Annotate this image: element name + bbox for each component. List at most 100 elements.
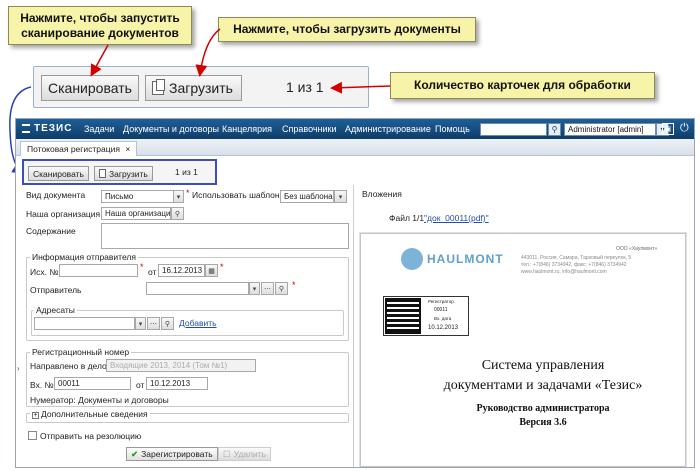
- stamp-line-1: Регистратор: [428, 299, 454, 304]
- required-mark: *: [140, 262, 144, 272]
- stamp-line-4: 10.12.2013: [428, 325, 459, 331]
- template-select[interactable]: Без шаблона: [280, 190, 334, 203]
- doc-title-line2: документами и задачами «Тезис»: [443, 378, 643, 393]
- doc-brand: HAULMONT: [427, 252, 504, 266]
- search-icon[interactable]: ⚲: [548, 123, 561, 136]
- extra-info-toggle[interactable]: + Дополнительные сведения: [30, 409, 150, 419]
- pane-splitter[interactable]: [353, 185, 354, 467]
- use-template-label: Использовать шаблон: [192, 190, 280, 200]
- out-no-field[interactable]: [59, 264, 138, 277]
- calendar-icon[interactable]: ▦: [205, 264, 218, 277]
- menu-documents[interactable]: Документы и договоры: [123, 124, 219, 134]
- delete-button[interactable]: ☐ Удалить: [218, 447, 272, 461]
- doc-type-dropdown-icon[interactable]: ▾: [173, 190, 184, 203]
- addressees-field[interactable]: [34, 317, 135, 330]
- add-addressee-link[interactable]: Добавить: [179, 318, 217, 328]
- upload-button[interactable]: Загрузить: [94, 166, 153, 181]
- expand-plus-icon: +: [32, 412, 39, 419]
- register-label: Зарегистрировать: [141, 449, 213, 459]
- tab-close-icon[interactable]: ×: [125, 144, 130, 154]
- required-mark: *: [292, 280, 296, 290]
- in-no-value: 00011: [58, 379, 80, 388]
- file-prefix: Файл 1/1: [389, 213, 425, 223]
- sender-more-icon[interactable]: ⋯: [261, 282, 274, 295]
- haulmont-logo-icon: [401, 248, 423, 270]
- top-menu-bar: ТЕЗИС Задачи Документы и договоры Канцел…: [16, 119, 694, 139]
- check-icon: ✔: [131, 448, 139, 459]
- out-date-field[interactable]: 16.12.2013: [158, 264, 205, 277]
- tab-label: Потоковая регистрация: [27, 144, 120, 154]
- content-textarea[interactable]: [101, 223, 349, 249]
- sender-search-icon[interactable]: ⚲: [275, 282, 288, 295]
- reg-number-title: Регистрационный номер: [30, 347, 132, 357]
- user-name: Administrator [admin]: [568, 125, 644, 134]
- addressees-title: Адресаты: [34, 305, 77, 315]
- doc-type-label: Вид документа: [26, 190, 86, 200]
- send-resolution-label: Отправить на резолюцию: [40, 431, 142, 441]
- menu-tasks[interactable]: Задачи: [84, 124, 114, 134]
- in-date-field[interactable]: 10.12.2013: [146, 377, 208, 390]
- company-line-1: ООО «Хаулмонт»: [616, 246, 658, 252]
- arrow-scan: [90, 44, 109, 77]
- org-search-icon[interactable]: ⚲: [171, 207, 184, 220]
- out-date-value: 16.12.2013: [162, 266, 203, 275]
- case-value: Входящие 2013, 2014 (Том №1): [110, 361, 228, 370]
- global-search-input[interactable]: [480, 123, 547, 136]
- scan-label: Сканировать: [33, 168, 84, 179]
- tab-stream-registration[interactable]: Потоковая регистрация ×: [20, 141, 138, 156]
- addressees-search-icon[interactable]: ⚲: [161, 317, 174, 330]
- power-icon[interactable]: ⏻: [680, 122, 689, 135]
- addressees-more-icon[interactable]: ⋯: [147, 317, 160, 330]
- extra-info-label: Дополнительные сведения: [41, 409, 148, 419]
- app-window: ТЕЗИС Задачи Документы и договоры Канцел…: [15, 118, 695, 468]
- user-select[interactable]: Administrator [admin]: [564, 123, 656, 136]
- menu-help[interactable]: Помощь: [435, 124, 470, 134]
- new-window-icon[interactable]: ▣: [662, 123, 674, 135]
- org-value: Наша организация: [105, 209, 171, 218]
- numerator-text: Нумератор: Документы и договоры: [30, 395, 169, 405]
- upload-label: Загрузить: [109, 168, 148, 179]
- template-dropdown-icon[interactable]: ▾: [334, 190, 347, 203]
- company-line-2: 443011, Россия, Самара, Тарховый переуло…: [521, 255, 632, 261]
- addressees-dropdown-icon[interactable]: ▾: [135, 317, 146, 330]
- doc-type-select[interactable]: Письмо: [101, 190, 183, 203]
- register-button[interactable]: ✔ Зарегистрировать: [126, 447, 218, 461]
- sender-info-title: Информация отправителя: [30, 252, 138, 262]
- file-link[interactable]: "док_00011(pdf)": [424, 213, 489, 223]
- stamp-line-2: 00011: [434, 307, 448, 313]
- upload-icon: [99, 169, 106, 178]
- in-no-field[interactable]: 00011: [54, 377, 131, 390]
- case-select[interactable]: Входящие 2013, 2014 (Том №1): [106, 359, 256, 372]
- menu-administration[interactable]: Администрирование: [345, 124, 431, 134]
- content-label: Содержание: [26, 226, 76, 236]
- out-no-label: Исх. №: [30, 267, 59, 277]
- menu-office[interactable]: Канцелярия: [222, 124, 272, 134]
- in-date-value: 10.12.2013: [150, 379, 191, 388]
- sender-label: Отправитель: [30, 285, 82, 295]
- doc-version: Версия 3.6: [519, 417, 567, 428]
- required-mark: *: [186, 188, 190, 198]
- registration-stamp: Регистратор 00011 Вх. дата 10.12.2013: [383, 296, 469, 336]
- sender-field[interactable]: [146, 282, 249, 295]
- arrow-count: [330, 81, 391, 94]
- doc-subtitle: Руководство администратора: [476, 403, 610, 414]
- attachments-title: Вложения: [362, 189, 402, 199]
- org-field[interactable]: Наша организация: [101, 207, 171, 220]
- sender-dropdown-icon[interactable]: ▾: [249, 282, 260, 295]
- menu-grid-icon: [22, 124, 30, 133]
- app-logo: ТЕЗИС: [34, 123, 73, 134]
- doc-title-block: Система управления документами и задачам…: [361, 358, 685, 428]
- delete-label: Удалить: [233, 449, 267, 459]
- required-mark: *: [220, 262, 224, 272]
- scan-button[interactable]: Сканировать: [28, 166, 89, 181]
- highlighted-toolbar: Сканировать Загрузить 1 из 1: [22, 159, 217, 185]
- send-resolution-checkbox[interactable]: [28, 431, 37, 440]
- template-value: Без шаблона: [284, 192, 333, 201]
- company-line-3: тел.: +7(846) 3734942, факс: +7(846) 373…: [521, 262, 627, 268]
- arrow-upload: [195, 28, 221, 77]
- document-preview: HAULMONT ООО «Хаулмонт» 443011, Россия, …: [360, 233, 686, 467]
- menu-references[interactable]: Справочники: [282, 124, 337, 134]
- expand-left-icon[interactable]: ›: [17, 364, 20, 373]
- company-line-4: www.haulmont.ru, info@haulmont.com: [521, 269, 607, 275]
- out-date-prefix: от: [148, 267, 157, 277]
